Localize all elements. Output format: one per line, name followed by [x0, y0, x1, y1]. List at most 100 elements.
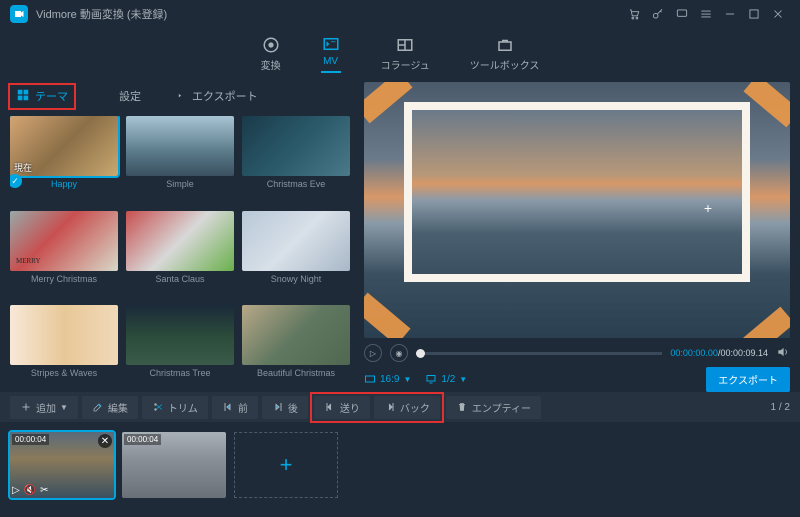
tape-decoration — [364, 293, 411, 338]
plus-marker: + — [704, 200, 712, 216]
tab-toolbox[interactable]: ツールボックス — [470, 35, 540, 72]
play-button[interactable]: ▷ — [364, 344, 382, 362]
edit-button[interactable]: 編集 — [82, 396, 138, 419]
aspect-icon — [364, 373, 376, 385]
subtabs: テーマ 設定 エクスポート — [10, 82, 350, 110]
export-icon — [173, 88, 187, 105]
subtab-settings[interactable]: 設定 — [94, 85, 147, 108]
timeline-clip[interactable]: 00:00:04 ✕ ▷ 🔇 ✂ — [10, 432, 114, 498]
back-button[interactable]: 後 — [262, 396, 308, 419]
add-label: 追加 — [36, 400, 56, 415]
caret-down-icon: ▼ — [403, 375, 411, 384]
tape-decoration — [737, 307, 790, 338]
theme-item-snowy[interactable]: Snowy Night — [242, 211, 350, 298]
key-icon[interactable] — [646, 2, 670, 26]
feedback-icon[interactable] — [670, 2, 694, 26]
mv-icon — [321, 34, 341, 54]
forward-rewind-highlight: 送り バック — [312, 394, 442, 421]
grid-icon — [16, 88, 30, 105]
volume-icon[interactable] — [776, 345, 790, 362]
theme-name: Merry Christmas — [10, 274, 118, 284]
close-button[interactable] — [766, 2, 790, 26]
theme-item-santa[interactable]: Santa Claus — [126, 211, 234, 298]
page-value: 1/2 — [441, 374, 455, 385]
theme-thumbnail — [126, 305, 234, 365]
toolbox-icon — [495, 35, 515, 55]
front-label: 前 — [238, 400, 248, 415]
rewind-label: バック — [400, 400, 430, 415]
clip-mute-icon[interactable]: 🔇 — [24, 485, 36, 496]
subtab-export[interactable]: エクスポート — [167, 85, 264, 108]
playbar: ▷ ◉ 00:00:00.00/00:00:09.14 — [364, 342, 790, 364]
theme-thumbnail — [242, 305, 350, 365]
theme-name: Stripes & Waves — [10, 368, 118, 378]
theme-name: Christmas Eve — [242, 179, 350, 189]
clip-play-icon[interactable]: ▷ — [12, 485, 20, 496]
right-panel: + ▷ ◉ 00:00:00.00/00:00:09.14 16:9 ▼ 1/2… — [360, 78, 800, 392]
titlebar: Vidmore 動画変換 (未登録) — [0, 0, 800, 28]
subtab-theme-label: テーマ — [35, 88, 68, 104]
add-button[interactable]: 追加 ▼ — [10, 396, 78, 419]
minimize-button[interactable] — [718, 2, 742, 26]
theme-badge: 現在 — [14, 161, 32, 174]
tab-collage-label: コラージュ — [381, 57, 430, 72]
edit-label: 編集 — [108, 400, 128, 415]
aspect-ratio-select[interactable]: 16:9 ▼ — [364, 373, 411, 385]
theme-item-stripes[interactable]: Stripes & Waves — [10, 305, 118, 392]
subtab-theme[interactable]: テーマ — [10, 85, 74, 108]
tab-convert-label: 変換 — [261, 57, 281, 72]
seek-track[interactable] — [416, 352, 662, 355]
theme-thumbnail — [10, 305, 118, 365]
aspect-value: 16:9 — [380, 374, 399, 385]
tab-convert[interactable]: 変換 — [261, 35, 281, 72]
page-select[interactable]: 1/2 ▼ — [425, 373, 467, 385]
theme-item-merry[interactable]: MERRY Merry Christmas — [10, 211, 118, 298]
clip-duration: 00:00:04 — [124, 434, 161, 445]
clip-actions: ▷ 🔇 ✂ — [12, 485, 49, 496]
app-title: Vidmore 動画変換 (未登録) — [36, 6, 167, 22]
theme-grid: 現在✓HappySimple Christmas Eve MERRY Merry Ch… — [10, 116, 350, 392]
clip-trim-icon[interactable]: ✂ — [40, 485, 48, 496]
screen-icon — [425, 373, 437, 385]
snapshot-button[interactable]: ◉ — [390, 344, 408, 362]
theme-item-simple[interactable]: Simple — [126, 116, 234, 203]
theme-thumbnail — [242, 211, 350, 271]
clip-remove-button[interactable]: ✕ — [98, 434, 112, 448]
theme-name: Christmas Tree — [126, 368, 234, 378]
export-button[interactable]: エクスポート — [706, 367, 790, 392]
tab-toolbox-label: ツールボックス — [470, 57, 540, 72]
seek-thumb[interactable] — [416, 349, 425, 358]
preview-canvas[interactable]: + — [364, 82, 790, 338]
empty-button[interactable]: エンプティー — [446, 396, 541, 419]
time-display: 00:00:00.00/00:00:09.14 — [670, 348, 768, 358]
clip-duration: 00:00:04 — [12, 434, 49, 445]
empty-label: エンプティー — [472, 400, 531, 415]
theme-item-beautiful[interactable]: Beautiful Christmas — [242, 305, 350, 392]
menu-icon[interactable] — [694, 2, 718, 26]
cart-icon[interactable] — [622, 2, 646, 26]
trim-label: トリム — [168, 400, 198, 415]
theme-item-xmas-eve[interactable]: Christmas Eve — [242, 116, 350, 203]
tab-collage[interactable]: コラージュ — [381, 35, 430, 72]
theme-thumbnail — [126, 116, 234, 176]
rewind-button[interactable]: バック — [374, 396, 440, 419]
front-button[interactable]: 前 — [212, 396, 258, 419]
maximize-button[interactable] — [742, 2, 766, 26]
timeline-clip[interactable]: 00:00:04 — [122, 432, 226, 498]
app-logo — [10, 5, 28, 23]
merry-text: MERRY — [16, 258, 41, 265]
theme-item-tree[interactable]: Christmas Tree — [126, 305, 234, 392]
theme-name: Beautiful Christmas — [242, 368, 350, 378]
subtab-settings-label: 設定 — [119, 88, 141, 104]
collage-icon — [395, 35, 415, 55]
tab-mv[interactable]: MV — [321, 34, 341, 73]
add-clip-button[interactable]: + — [234, 432, 338, 498]
theme-thumbnail — [242, 116, 350, 176]
theme-name: Santa Claus — [126, 274, 234, 284]
left-panel: テーマ 設定 エクスポート 現在✓HappySimple Christmas Ev… — [0, 78, 360, 392]
subtab-export-label: エクスポート — [192, 88, 258, 104]
tab-mv-label: MV — [323, 56, 338, 67]
theme-item-happy[interactable]: 現在✓Happy — [10, 116, 118, 203]
trim-button[interactable]: トリム — [142, 396, 208, 419]
forward-button[interactable]: 送り — [314, 396, 370, 419]
